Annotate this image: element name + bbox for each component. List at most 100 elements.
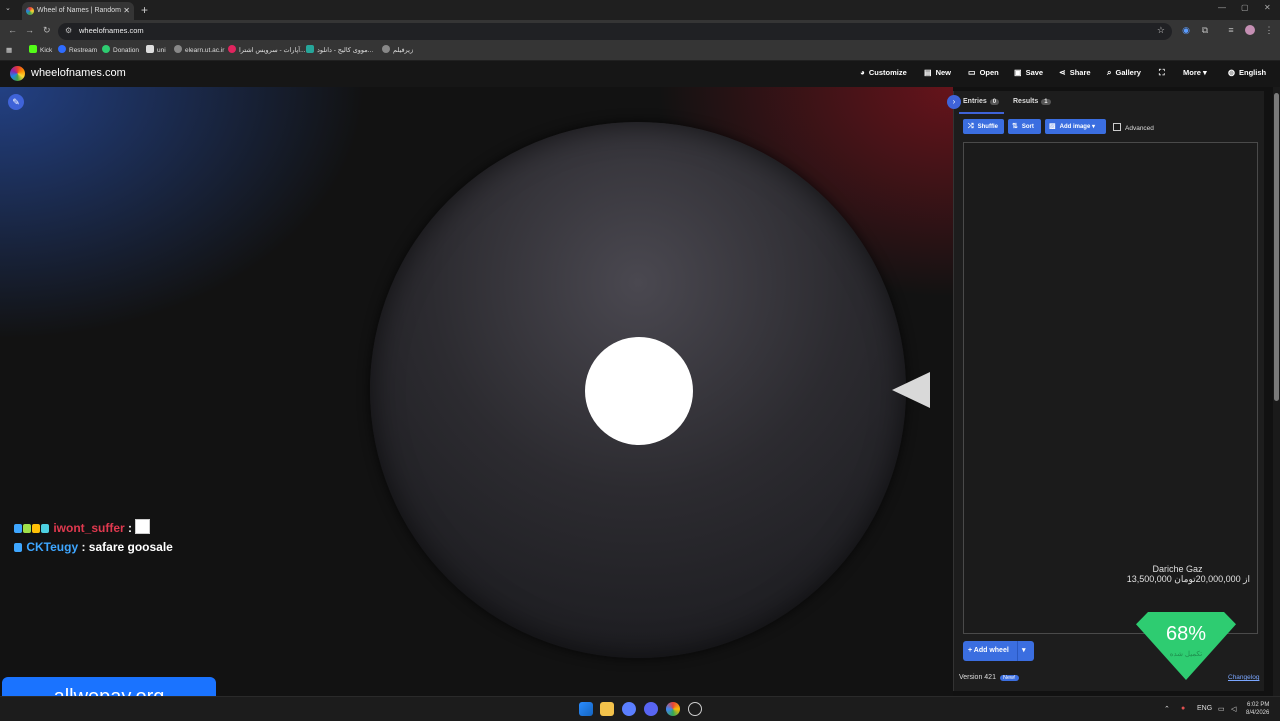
- entries-count: 0: [989, 99, 1000, 105]
- bookmark-elearn[interactable]: elearn.ut.ac.ir: [174, 45, 224, 56]
- chat-message: CKTeugy : safare goosale: [14, 540, 173, 561]
- minimize-icon[interactable]: —: [1218, 3, 1226, 12]
- close-window-icon[interactable]: ✕: [1264, 3, 1271, 12]
- bookmark-kick[interactable]: Kick: [29, 45, 52, 56]
- reload-icon[interactable]: ↻: [43, 25, 51, 36]
- uni-icon: [146, 45, 154, 53]
- taskbar: ⌃ ● ENG ▭ ◁ 6:02 PM 8/4/2026: [0, 696, 1280, 721]
- kick-icon: [29, 45, 37, 53]
- microphone-icon[interactable]: ●: [1181, 705, 1185, 712]
- chat-separator: :: [78, 540, 89, 554]
- language-button[interactable]: ◍ English: [1228, 68, 1266, 77]
- network-icon[interactable]: ▭: [1218, 705, 1225, 713]
- windows-start-icon[interactable]: [579, 702, 593, 716]
- wheel[interactable]: [370, 122, 906, 658]
- bookmark-moviecollege[interactable]: مووی کالیج - دانلود...: [306, 45, 373, 56]
- volume-icon[interactable]: ◁: [1231, 705, 1236, 713]
- entries-panel: › Entries 0 Results 1 ⤮ Shuffle ⇅ Sort ▨ Add …: [947, 91, 1264, 691]
- chevron-down-icon[interactable]: ▾: [1022, 641, 1026, 661]
- apps-grid-icon[interactable]: ▦: [6, 45, 12, 56]
- new-badge: New!: [999, 675, 1019, 681]
- edit-pencil-icon[interactable]: ✎: [8, 94, 24, 110]
- file-explorer-icon[interactable]: [600, 702, 614, 716]
- tab-results[interactable]: Results 1: [1013, 98, 1051, 105]
- app-icon[interactable]: [622, 702, 636, 716]
- fullscreen-button[interactable]: ⛶: [1159, 68, 1169, 78]
- discord-icon[interactable]: [644, 702, 658, 716]
- chevron-down-icon: ▾: [1091, 124, 1095, 130]
- forward-icon[interactable]: →: [25, 25, 34, 35]
- bookmark-star-icon[interactable]: ☆: [1157, 25, 1165, 36]
- aparat-icon: [228, 45, 236, 53]
- obs-icon[interactable]: [688, 702, 702, 716]
- new-button[interactable]: ▤ New: [924, 68, 951, 77]
- tab-title: Wheel of Names | Random nam: [37, 7, 123, 14]
- badge-icon: [23, 524, 31, 533]
- wheel-hub[interactable]: [585, 337, 693, 445]
- add-image-button[interactable]: ▨ Add image ▾: [1045, 119, 1106, 134]
- media-icon[interactable]: ≡: [1226, 25, 1236, 35]
- system-clock[interactable]: 6:02 PM 8/4/2026: [1246, 701, 1269, 717]
- tab-favicon-icon: [26, 7, 34, 15]
- tray-chevron-icon[interactable]: ⌃: [1164, 705, 1170, 713]
- chrome-icon[interactable]: [666, 702, 680, 716]
- fullscreen-icon: ⛶: [1159, 68, 1165, 77]
- bookmark-aparat[interactable]: آپارات - سرویس اشترا...: [228, 45, 306, 56]
- entries-textarea[interactable]: [963, 142, 1258, 634]
- site-info-icon[interactable]: ⚙: [65, 26, 72, 35]
- advanced-checkbox[interactable]: Advanced: [1113, 123, 1154, 132]
- share-button[interactable]: ⋖ Share: [1059, 68, 1091, 77]
- browser-menu-icon[interactable]: ⋮: [1264, 25, 1274, 35]
- checkbox-icon[interactable]: [1113, 123, 1121, 131]
- bookmark-restream[interactable]: Restream: [58, 45, 97, 56]
- extensions-puzzle-icon[interactable]: ⧉: [1200, 25, 1210, 35]
- gallery-button[interactable]: ⌕ Gallery: [1107, 68, 1141, 78]
- open-button[interactable]: ▭ Open: [968, 68, 999, 77]
- new-file-icon: ▤: [924, 68, 932, 77]
- tab-search-icon[interactable]: ⌄: [5, 4, 11, 12]
- page-scrollbar[interactable]: [1273, 87, 1280, 696]
- bookmark-zirfilm[interactable]: زیرفیلم: [382, 45, 413, 56]
- version-label: Version 421 New!: [959, 674, 1019, 681]
- customize-button[interactable]: ◕ Customize: [860, 68, 907, 77]
- results-count: 1: [1041, 99, 1051, 105]
- close-tab-icon[interactable]: ✕: [123, 2, 130, 20]
- tab-entries[interactable]: Entries 0: [963, 98, 1000, 105]
- chat-username: iwont_suffer: [53, 521, 125, 535]
- broken-image-icon: [135, 519, 151, 534]
- goal-name: Dariche Gaz: [1152, 564, 1203, 574]
- badge-icon: [32, 524, 40, 533]
- chevron-down-icon: ▾: [1203, 68, 1207, 77]
- shuffle-button[interactable]: ⤮ Shuffle: [963, 119, 1004, 134]
- save-button[interactable]: ▣ Save: [1014, 68, 1043, 77]
- globe-icon: [382, 45, 390, 53]
- restream-icon: [58, 45, 66, 53]
- goal-progress-text: 13,500,000 از 20,000,000تومان: [1126, 574, 1250, 584]
- profile-avatar[interactable]: [1245, 25, 1255, 35]
- browser-tab[interactable]: Wheel of Names | Random nam ✕: [22, 2, 134, 20]
- plus-icon: +: [968, 647, 973, 654]
- globe-icon: [174, 45, 182, 53]
- collapse-panel-icon[interactable]: ›: [947, 95, 961, 109]
- sort-button[interactable]: ⇅ Sort: [1008, 119, 1041, 134]
- badge-icon: [41, 524, 49, 533]
- new-tab-icon[interactable]: +: [141, 2, 148, 18]
- address-bar[interactable]: ⚙ wheelofnames.com ☆: [58, 23, 1172, 40]
- bookmark-uni[interactable]: uni: [146, 45, 166, 56]
- browser-toolbar: ← → ↻ ⚙ wheelofnames.com ☆ ◉ ⧉ ≡ ⋮: [0, 20, 1280, 42]
- wheel-logo-icon[interactable]: [10, 66, 25, 81]
- changelog-link[interactable]: Changelog: [1228, 674, 1259, 681]
- bookmark-donation[interactable]: Donation: [102, 45, 139, 56]
- more-button[interactable]: More ▾: [1183, 68, 1207, 77]
- maximize-icon[interactable]: ▢: [1241, 3, 1249, 12]
- chat-message: iwont_suffer :: [14, 519, 173, 540]
- search-icon: ⌕: [1107, 68, 1112, 77]
- brand-title[interactable]: wheelofnames.com: [31, 67, 126, 79]
- back-icon[interactable]: ←: [8, 25, 17, 35]
- add-wheel-button[interactable]: + Add wheel ▾: [963, 641, 1034, 661]
- extension-icon[interactable]: ◉: [1181, 25, 1191, 35]
- language-indicator[interactable]: ENG: [1197, 705, 1212, 712]
- image-icon: ▨: [1049, 123, 1056, 130]
- scrollbar-thumb[interactable]: [1274, 93, 1279, 401]
- url-text: wheelofnames.com: [79, 26, 144, 35]
